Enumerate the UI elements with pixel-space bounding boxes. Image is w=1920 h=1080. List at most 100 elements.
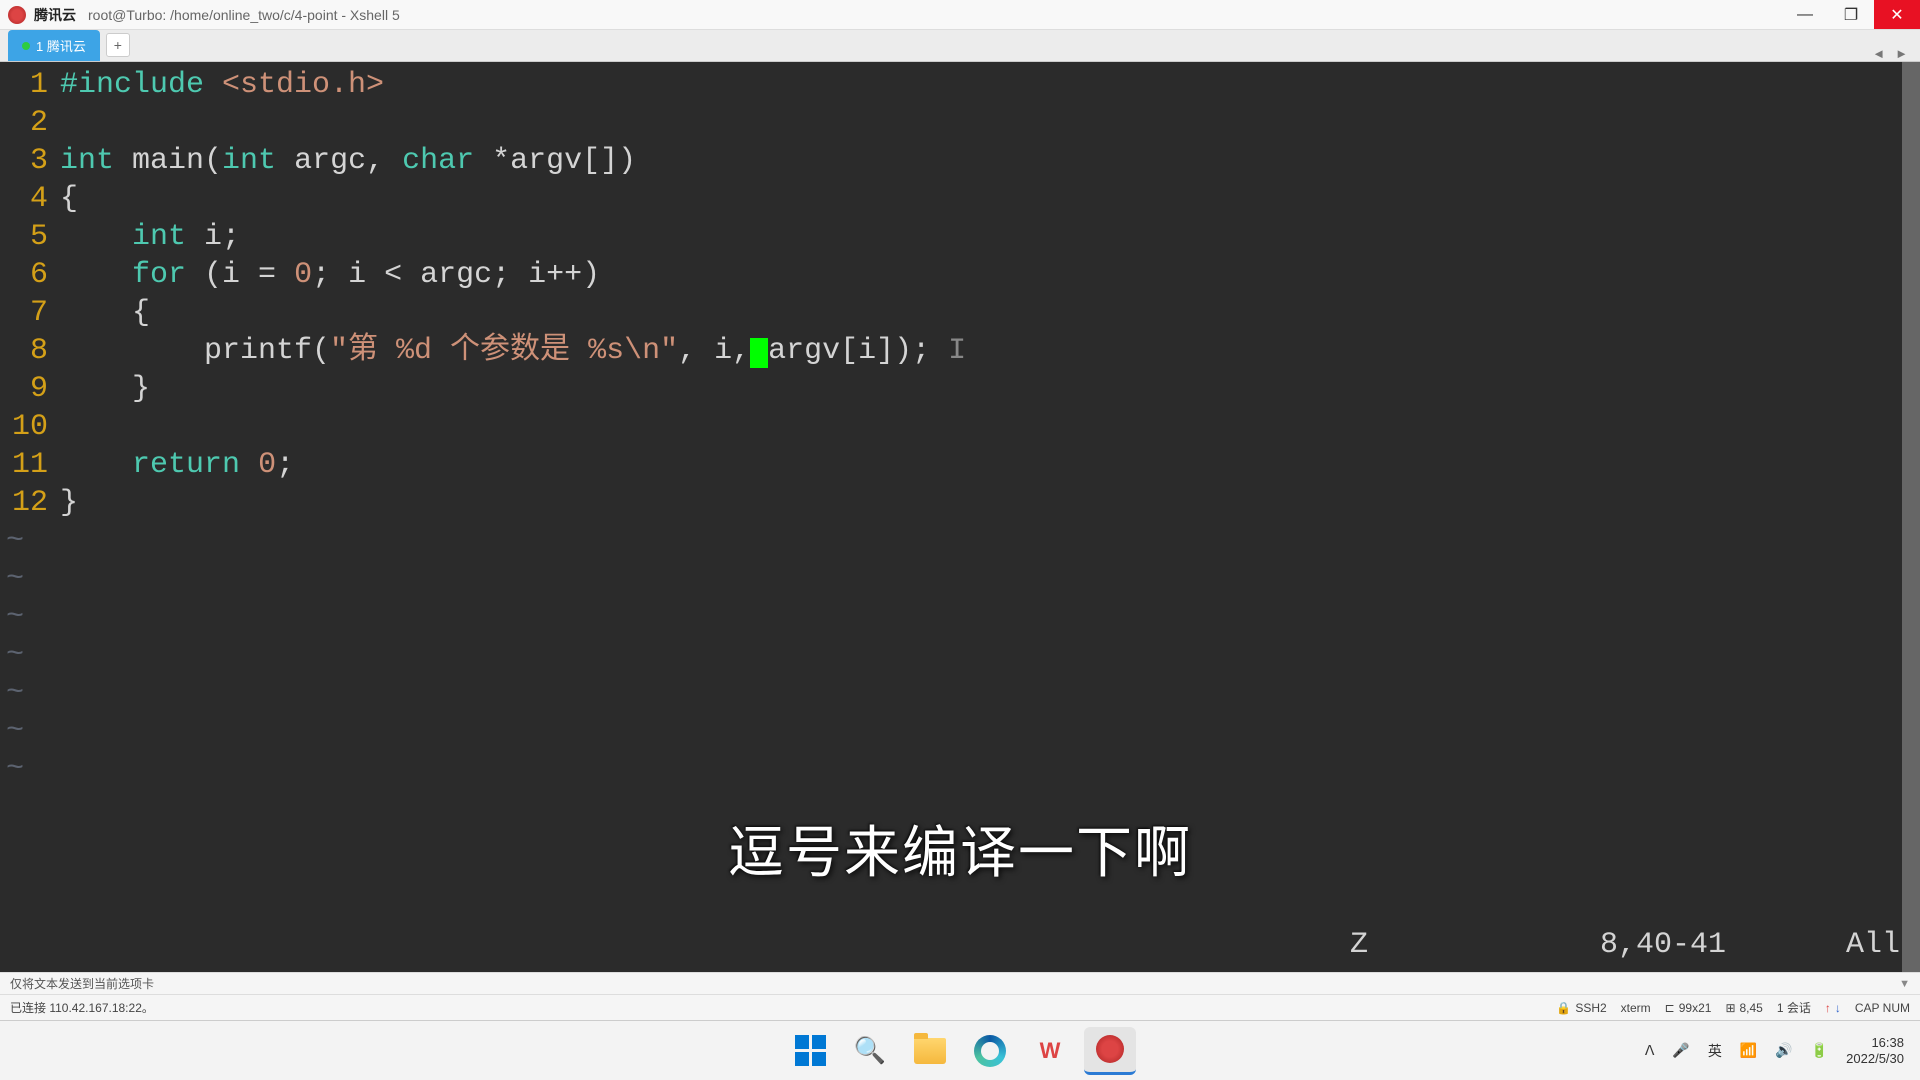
code-line: 9 } <box>0 370 1920 408</box>
code-content: #include <stdio.h> <box>60 66 384 104</box>
terminal-size: ⊏ 99x21 <box>1665 1001 1712 1015</box>
code-line: 10 <box>0 408 1920 446</box>
file-explorer-button[interactable] <box>904 1027 956 1075</box>
tab-label: 1 腾讯云 <box>36 36 86 55</box>
scrollbar-thumb[interactable] <box>1902 62 1920 972</box>
close-button[interactable]: ✕ <box>1874 0 1920 29</box>
xshell-icon <box>1096 1035 1124 1063</box>
upload-icon: ↑ <box>1825 1001 1831 1015</box>
volume-icon[interactable]: 🔊 <box>1775 1042 1792 1059</box>
video-subtitle: 逗号来编译一下啊 <box>728 834 1192 872</box>
vim-view-percent: All <box>1846 926 1900 964</box>
code-line: 12} <box>0 484 1920 522</box>
vim-empty-line: ~ <box>0 750 1920 788</box>
mouse-ibeam-icon: I <box>930 332 966 370</box>
status-bar-hint: 仅将文本发送到当前选项卡 ▼ <box>0 972 1920 994</box>
status-hint-dropdown-icon[interactable]: ▼ <box>1899 978 1910 990</box>
clock-time: 16:38 <box>1846 1035 1904 1051</box>
code-content: } <box>60 484 78 522</box>
edge-icon <box>974 1035 1006 1067</box>
cursor-rowcol: ⊞ 8,45 <box>1725 1001 1762 1015</box>
terminal-scrollbar[interactable] <box>1902 62 1920 972</box>
terminal-cursor <box>750 338 768 368</box>
app-icon <box>8 6 26 24</box>
search-button[interactable]: 🔍 <box>844 1027 896 1075</box>
terminal-viewport[interactable]: 1#include <stdio.h>23int main(int argc, … <box>0 62 1920 972</box>
vim-mode-indicator: Z <box>1350 926 1368 964</box>
tab-prev-icon[interactable]: ◄ <box>1872 46 1885 61</box>
code-content: int i; <box>60 218 240 256</box>
code-content: { <box>60 180 78 218</box>
status-hint-text: 仅将文本发送到当前选项卡 <box>10 975 154 992</box>
line-number: 3 <box>0 142 60 180</box>
code-content: return 0; <box>60 446 294 484</box>
new-tab-button[interactable]: + <box>106 33 130 57</box>
line-number: 7 <box>0 294 60 332</box>
tab-next-icon[interactable]: ► <box>1895 46 1908 61</box>
connection-status-icon <box>22 42 30 50</box>
connection-text: 已连接 110.42.167.18:22。 <box>10 999 154 1016</box>
ssh-protocol: 🔒SSH2 <box>1556 1001 1606 1015</box>
line-number: 12 <box>0 484 60 522</box>
lock-icon: 🔒 <box>1556 1001 1571 1015</box>
code-line: 2 <box>0 104 1920 142</box>
minimize-button[interactable]: — <box>1782 0 1828 29</box>
edge-browser-button[interactable] <box>964 1027 1016 1075</box>
window-controls: — ❐ ✕ <box>1782 0 1920 29</box>
vim-empty-line: ~ <box>0 636 1920 674</box>
line-number: 5 <box>0 218 60 256</box>
xshell-taskbar-button[interactable] <box>1084 1027 1136 1075</box>
code-line: 5 int i; <box>0 218 1920 256</box>
windows-logo-icon <box>795 1035 826 1066</box>
microphone-icon[interactable]: 🎤 <box>1672 1042 1689 1059</box>
line-number: 9 <box>0 370 60 408</box>
download-icon: ↓ <box>1835 1001 1841 1015</box>
search-icon: 🔍 <box>854 1035 886 1066</box>
line-number: 2 <box>0 104 60 142</box>
clock-date: 2022/5/30 <box>1846 1051 1904 1067</box>
wifi-icon[interactable]: 📶 <box>1740 1042 1757 1059</box>
code-content: int main(int argc, char *argv[]) <box>60 142 636 180</box>
status-bar-connection: 已连接 110.42.167.18:22。 🔒SSH2 xterm ⊏ 99x2… <box>0 994 1920 1020</box>
vim-empty-line: ~ <box>0 712 1920 750</box>
code-content: printf("第 %d 个参数是 %s\n", i,argv[i]); I <box>60 332 966 370</box>
clock[interactable]: 16:38 2022/5/30 <box>1846 1035 1904 1067</box>
code-line: 4{ <box>0 180 1920 218</box>
code-line: 3int main(int argc, char *argv[]) <box>0 142 1920 180</box>
windows-taskbar: 🔍 W ᐱ 🎤 英 📶 🔊 🔋 16:38 2022/5/30 <box>0 1020 1920 1080</box>
code-line: 1#include <stdio.h> <box>0 66 1920 104</box>
traffic-indicator: ↑↓ <box>1825 1001 1841 1015</box>
line-number: 11 <box>0 446 60 484</box>
start-button[interactable] <box>784 1027 836 1075</box>
tab-nav: ◄ ► <box>1872 46 1920 61</box>
vim-empty-line: ~ <box>0 522 1920 560</box>
system-tray: ᐱ 🎤 英 📶 🔊 🔋 16:38 2022/5/30 <box>1645 1035 1904 1067</box>
tab-session[interactable]: 1 腾讯云 <box>8 30 100 61</box>
folder-icon <box>914 1038 946 1064</box>
code-content: { <box>60 294 150 332</box>
window-titlebar: 腾讯云 root@Turbo: /home/online_two/c/4-poi… <box>0 0 1920 30</box>
maximize-button[interactable]: ❐ <box>1828 0 1874 29</box>
battery-icon[interactable]: 🔋 <box>1811 1042 1828 1059</box>
caps-num-indicator: CAP NUM <box>1855 1001 1910 1015</box>
line-number: 8 <box>0 332 60 370</box>
line-number: 4 <box>0 180 60 218</box>
line-number: 6 <box>0 256 60 294</box>
ime-indicator[interactable]: 英 <box>1708 1041 1722 1061</box>
tray-chevron-icon[interactable]: ᐱ <box>1645 1042 1655 1059</box>
terminal-type: xterm <box>1621 1001 1651 1015</box>
code-content: } <box>60 370 150 408</box>
vim-empty-line: ~ <box>0 674 1920 712</box>
code-line: 11 return 0; <box>0 446 1920 484</box>
code-line: 8 printf("第 %d 个参数是 %s\n", i,argv[i]); I <box>0 332 1920 370</box>
wps-button[interactable]: W <box>1024 1027 1076 1075</box>
title-path: root@Turbo: /home/online_two/c/4-point -… <box>88 7 400 23</box>
vim-empty-line: ~ <box>0 598 1920 636</box>
line-number: 1 <box>0 66 60 104</box>
wps-icon: W <box>1040 1038 1061 1064</box>
vim-status-line: 8,40-41 All <box>1600 926 1900 964</box>
line-number: 10 <box>0 408 60 446</box>
code-line: 7 { <box>0 294 1920 332</box>
code-line: 6 for (i = 0; i < argc; i++) <box>0 256 1920 294</box>
session-count: 1 会话 <box>1777 999 1811 1016</box>
